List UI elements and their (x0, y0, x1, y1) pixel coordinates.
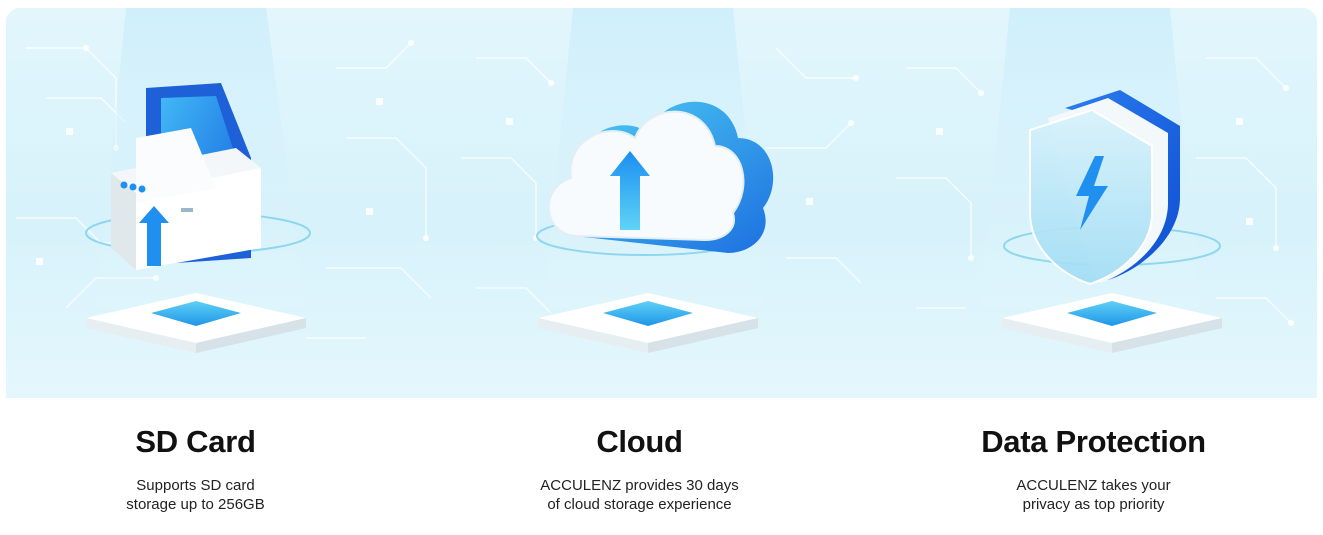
feature-description: ACCULENZ provides 30 days of cloud stora… (421, 476, 858, 514)
feature-description: Supports SD card storage up to 256GB (0, 476, 414, 514)
feature-desc-line: of cloud storage experience (547, 496, 732, 513)
feature-cloud-art (443, 8, 880, 398)
feature-sd-card-art (6, 8, 443, 398)
feature-description: ACCULENZ takes your privacy as top prior… (875, 476, 1312, 514)
feature-desc-line: Supports SD card (136, 477, 255, 494)
feature-title: SD Card (135, 424, 256, 459)
feature-sd-card: SD Card Supports SD card storage up to 2… (0, 420, 414, 514)
feature-data-protection-art (880, 8, 1317, 398)
feature-data-protection: Data Protection ACCULENZ takes your priv… (875, 420, 1312, 514)
shield-lightning-icon (980, 8, 1222, 353)
feature-title: Data Protection (981, 424, 1206, 459)
sd-card-icon (85, 8, 311, 353)
feature-cloud: Cloud ACCULENZ provides 30 days of cloud… (421, 420, 858, 514)
feature-desc-line: ACCULENZ takes your (1016, 477, 1171, 494)
feature-title: Cloud (596, 424, 683, 459)
feature-banner (6, 8, 1317, 398)
feature-desc-line: storage up to 256GB (126, 496, 265, 513)
cloud-upload-icon (536, 8, 774, 353)
feature-desc-line: privacy as top priority (1022, 496, 1165, 513)
feature-desc-line: ACCULENZ provides 30 days (540, 477, 739, 494)
